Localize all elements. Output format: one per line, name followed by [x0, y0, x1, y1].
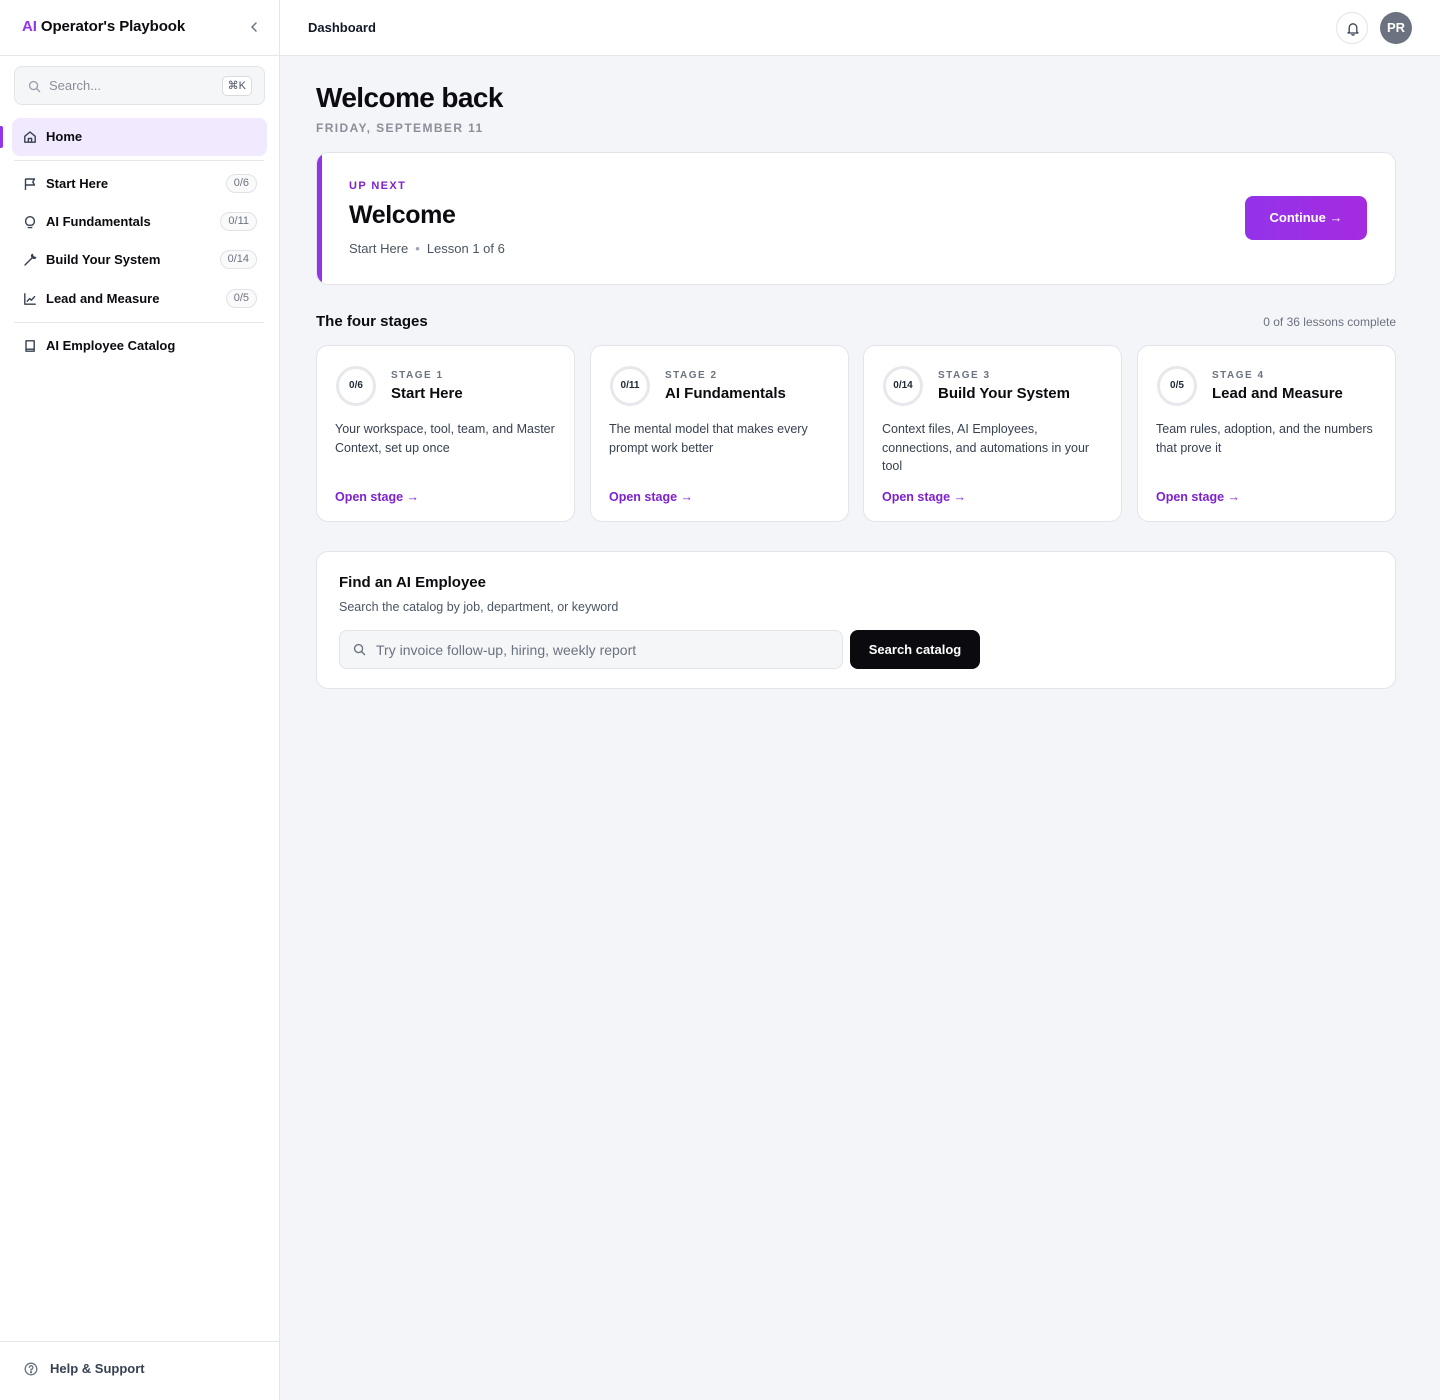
notifications-button[interactable] — [1336, 12, 1368, 44]
progress-badge: 0/11 — [220, 212, 257, 231]
bell-icon — [1347, 23, 1359, 36]
sidebar-search[interactable]: Search... ⌘K — [14, 66, 265, 105]
search-icon — [28, 80, 41, 93]
up-next-meta: Start Here • Lesson 1 of 6 — [349, 241, 505, 256]
stage-name: Start Here — [391, 385, 463, 402]
sidebar-item-label: AI Fundamentals — [46, 214, 151, 229]
finder-title: Find an AI Employee — [339, 574, 486, 591]
open-stage-link[interactable]: Open stage → — [335, 490, 419, 504]
stage-card-start-here[interactable]: 0/6 STAGE 1 Start Here Your workspace, t… — [316, 345, 575, 522]
divider — [0, 55, 280, 56]
app-title[interactable]: AI Operator's Playbook — [22, 18, 185, 35]
sidebar-item-label: Lead and Measure — [46, 291, 160, 306]
stage-number: STAGE 3 — [938, 370, 991, 381]
finder-subtitle: Search the catalog by job, department, o… — [339, 600, 619, 614]
open-stage-link[interactable]: Open stage → — [609, 490, 693, 504]
divider — [14, 160, 264, 161]
stages-section-title: The four stages — [316, 313, 428, 330]
collapse-sidebar-icon[interactable] — [246, 18, 262, 36]
book-icon — [25, 340, 35, 352]
shortcut-badge: ⌘K — [221, 76, 252, 96]
stage-description: Your workspace, tool, team, and Master C… — [335, 422, 555, 455]
stage-name: Lead and Measure — [1212, 385, 1343, 402]
stage-number: STAGE 2 — [665, 370, 718, 381]
progress-ring: 0/5 — [1157, 366, 1197, 406]
divider — [14, 322, 264, 323]
stage-description: Team rules, adoption, and the numbers th… — [1156, 422, 1373, 455]
stage-name: AI Fundamentals — [665, 385, 786, 402]
stage-name: Build Your System — [938, 385, 1070, 402]
search-catalog-button[interactable]: Search catalog — [850, 630, 980, 669]
flag-icon — [24, 178, 36, 190]
help-label: Help & Support — [50, 1361, 145, 1376]
sidebar-item-start-here[interactable]: Start Here 0/6 — [12, 165, 267, 203]
page-title: Welcome back — [316, 82, 503, 113]
chart-icon — [24, 293, 36, 305]
sidebar-item-ai-fundamentals[interactable]: AI Fundamentals 0/11 — [12, 203, 267, 241]
lessons-complete-count: 0 of 36 lessons complete — [1263, 315, 1396, 329]
breadcrumb[interactable]: Dashboard — [308, 20, 376, 35]
up-next-lesson: Lesson 1 of 6 — [426, 241, 505, 256]
up-next-stage: Start Here — [349, 241, 409, 256]
up-next-card: UP NEXT Welcome Start Here • Lesson 1 of 6… — [316, 152, 1396, 285]
search-icon — [353, 643, 366, 656]
separator-dot: • — [415, 241, 420, 256]
sidebar-item-build-your-system[interactable]: Build Your System 0/14 — [12, 241, 267, 279]
top-header: Dashboard PR — [280, 0, 1440, 56]
lightbulb-icon — [24, 216, 36, 229]
accent-bar — [317, 153, 322, 284]
stage-card-build-your-system[interactable]: 0/14 STAGE 3 Build Your System Context f… — [863, 345, 1122, 522]
stage-card-ai-fundamentals[interactable]: 0/11 STAGE 2 AI Fundamentals The mental … — [590, 345, 849, 522]
stage-description: Context files, AI Employees, connections… — [882, 422, 1090, 473]
search-placeholder: Search... — [49, 78, 102, 93]
progress-ring: 0/11 — [610, 366, 650, 406]
avatar[interactable]: PR — [1380, 12, 1412, 44]
brand-prefix: AI — [22, 18, 37, 35]
progress-badge: 0/5 — [225, 289, 257, 308]
sidebar-item-label: Start Here — [46, 176, 109, 191]
active-indicator — [0, 126, 3, 148]
sidebar-item-label: Build Your System — [46, 252, 161, 267]
sidebar-item-lead-and-measure[interactable]: Lead and Measure 0/5 — [12, 280, 267, 318]
progress-badge: 0/14 — [219, 250, 257, 269]
continue-button[interactable]: Continue → — [1245, 196, 1367, 240]
catalog-search-field[interactable] — [339, 630, 843, 669]
divider — [0, 1341, 280, 1342]
sidebar: AI Operator's Playbook Search... ⌘K Home… — [0, 0, 280, 1400]
up-next-label: UP NEXT — [349, 180, 407, 192]
open-stage-link[interactable]: Open stage → — [1156, 490, 1240, 504]
stage-description: The mental model that makes every prompt… — [609, 422, 808, 455]
brand-name: Operator's Playbook — [36, 18, 186, 35]
sidebar-item-ai-employee-catalog[interactable]: AI Employee Catalog — [12, 327, 267, 365]
stage-card-lead-and-measure[interactable]: 0/5 STAGE 4 Lead and Measure Team rules,… — [1137, 345, 1396, 522]
current-date: FRIDAY, SEPTEMBER 11 — [316, 121, 484, 135]
catalog-search-input[interactable] — [376, 631, 836, 668]
find-ai-employee-card: Find an AI Employee Search the catalog b… — [316, 551, 1396, 689]
progress-ring: 0/14 — [883, 366, 923, 406]
wrench-icon — [24, 253, 37, 266]
sidebar-item-label: AI Employee Catalog — [46, 338, 176, 353]
stage-number: STAGE 1 — [391, 370, 444, 381]
sidebar-item-home[interactable]: Home — [12, 118, 267, 156]
progress-ring: 0/6 — [336, 366, 376, 406]
sidebar-item-label: Home — [46, 129, 83, 144]
progress-badge: 0/6 — [225, 174, 257, 193]
home-icon — [24, 131, 36, 143]
help-icon — [24, 1362, 38, 1376]
up-next-title: Welcome — [349, 201, 456, 229]
stage-number: STAGE 4 — [1212, 370, 1265, 381]
open-stage-link[interactable]: Open stage → — [882, 490, 966, 504]
